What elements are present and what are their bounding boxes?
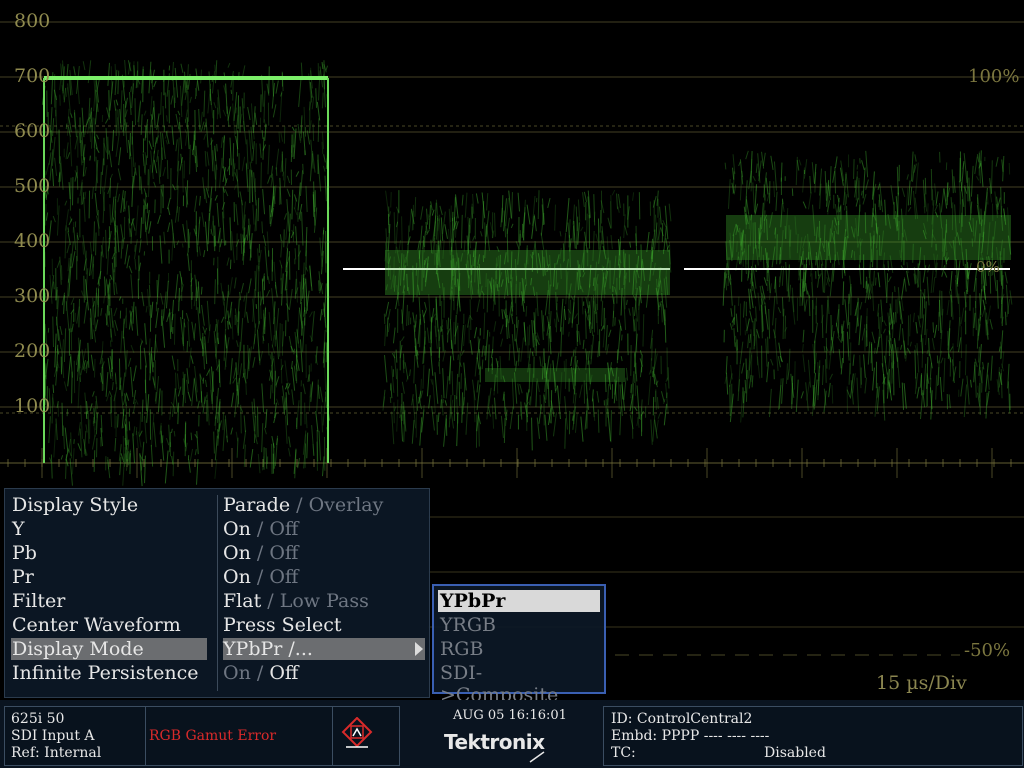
value-inactive: Overlay (308, 494, 384, 516)
value-inactive: Off (269, 518, 299, 540)
y-label-700: 700 (14, 65, 51, 87)
y-label-800: 800 (14, 10, 51, 32)
instrument-id: ID: ControlCentral2 (611, 711, 753, 727)
pr-dense-band (726, 215, 1011, 260)
menu-item-infinite-persistence[interactable]: Infinite Persistence On / Off (5, 661, 429, 685)
pr-channel-trace (722, 150, 1013, 423)
pb-channel-trace (382, 189, 672, 451)
timecode-value: Disabled (764, 745, 826, 761)
value-inactive: Low Pass (279, 590, 369, 612)
value-separator: / (296, 494, 303, 516)
id-status-box: ID: ControlCentral2 Embd: PPPP ---- ----… (603, 706, 1023, 766)
value-separator: / (267, 590, 274, 612)
menu-item-value[interactable]: On / Off (223, 661, 298, 685)
time-per-div-label: 15 µs/Div (876, 672, 967, 694)
menu-item-center-waveform[interactable]: Center Waveform Press Select (5, 613, 429, 637)
menu-item-label: Infinite Persistence (12, 662, 199, 684)
menu-item-display-mode[interactable]: Display Mode YPbPr /... (5, 637, 429, 661)
menu-item-value[interactable]: Flat / Low Pass (223, 589, 369, 613)
value-inactive: Off (269, 542, 299, 564)
alarm-warning-icon (341, 717, 373, 748)
y-label-500: 500 (14, 175, 51, 197)
menu-item-label: Y (12, 518, 25, 540)
y-label-300: 300 (14, 285, 51, 307)
percent-minus50-label: -50% (964, 640, 1011, 661)
menu-item-y[interactable]: Y On / Off (5, 517, 429, 541)
input-source: SDI Input A (11, 728, 95, 744)
menu-item-value[interactable]: YPbPr /... (223, 637, 313, 661)
embedded-audio: Embd: PPPP ---- ---- ---- (611, 728, 770, 744)
submenu-option-rgb[interactable]: RGB (438, 638, 600, 660)
value-separator: / (256, 518, 264, 540)
value-active: Off (269, 662, 299, 684)
menu-item-value[interactable]: Press Select (223, 613, 342, 637)
menu-item-label: Display Style (12, 494, 139, 516)
menu-item-label: Pb (12, 542, 37, 564)
value-active: On (223, 566, 251, 588)
pb-lower-band (485, 368, 625, 382)
timecode-label: TC: (611, 745, 636, 761)
y-label-600: 600 (14, 120, 51, 142)
value-separator: / (256, 662, 264, 684)
value-active: Parade (223, 494, 291, 516)
y-label-100: 100 (14, 395, 51, 417)
value-separator: / (256, 542, 264, 564)
y-channel-trace (41, 59, 331, 487)
date-time: AUG 05 16:16:01 (453, 708, 567, 723)
input-status-box: 625i 50 SDI Input A Ref: Internal (4, 706, 146, 766)
value-active: Flat (223, 590, 262, 612)
percent-100-label: 100% (968, 66, 1020, 87)
value-separator: / (256, 566, 264, 588)
menu-item-display-style[interactable]: Display Style Parade / Overlay (5, 493, 429, 517)
y-label-200: 200 (14, 340, 51, 362)
reference-source: Ref: Internal (11, 745, 102, 761)
menu-item-pb[interactable]: Pb On / Off (5, 541, 429, 565)
submenu-option-yrgb[interactable]: YRGB (438, 614, 600, 636)
waveform-settings-menu: Display Style Parade / Overlay Y On / Of… (4, 488, 430, 698)
menu-item-pr[interactable]: Pr On / Off (5, 565, 429, 589)
menu-item-value[interactable]: On / Off (223, 517, 298, 541)
value-active: On (223, 542, 251, 564)
gamut-error-alarm: RGB Gamut Error (149, 728, 277, 744)
menu-item-value[interactable]: Parade / Overlay (223, 493, 383, 517)
value-active: On (223, 518, 251, 540)
menu-item-filter[interactable]: Filter Flat / Low Pass (5, 589, 429, 613)
value-inactive: On (223, 662, 251, 684)
submenu-option-sdi-composite[interactable]: SDI->Composite (438, 662, 600, 706)
menu-item-label: Filter (12, 590, 66, 612)
submenu-arrow-icon (415, 642, 423, 656)
alarm-status-box: RGB Gamut Error (145, 706, 333, 766)
pb-dense-band (385, 250, 670, 295)
logo-swoosh (529, 751, 545, 763)
video-format: 625i 50 (11, 711, 65, 727)
percent-0-label: 0% (976, 258, 1000, 276)
menu-item-label: Center Waveform (12, 614, 181, 636)
submenu-option-ypbpr[interactable]: YPbPr (438, 590, 600, 612)
y-label-400: 400 (14, 230, 51, 252)
menu-item-label: Pr (12, 566, 34, 588)
menu-item-value[interactable]: On / Off (223, 541, 298, 565)
value-inactive: Off (269, 566, 299, 588)
display-mode-submenu: YPbPr YRGB RGB SDI->Composite (432, 584, 606, 706)
alarm-icon-box[interactable] (332, 706, 400, 766)
menu-item-label: Display Mode (12, 638, 144, 660)
menu-item-value[interactable]: On / Off (223, 565, 298, 589)
